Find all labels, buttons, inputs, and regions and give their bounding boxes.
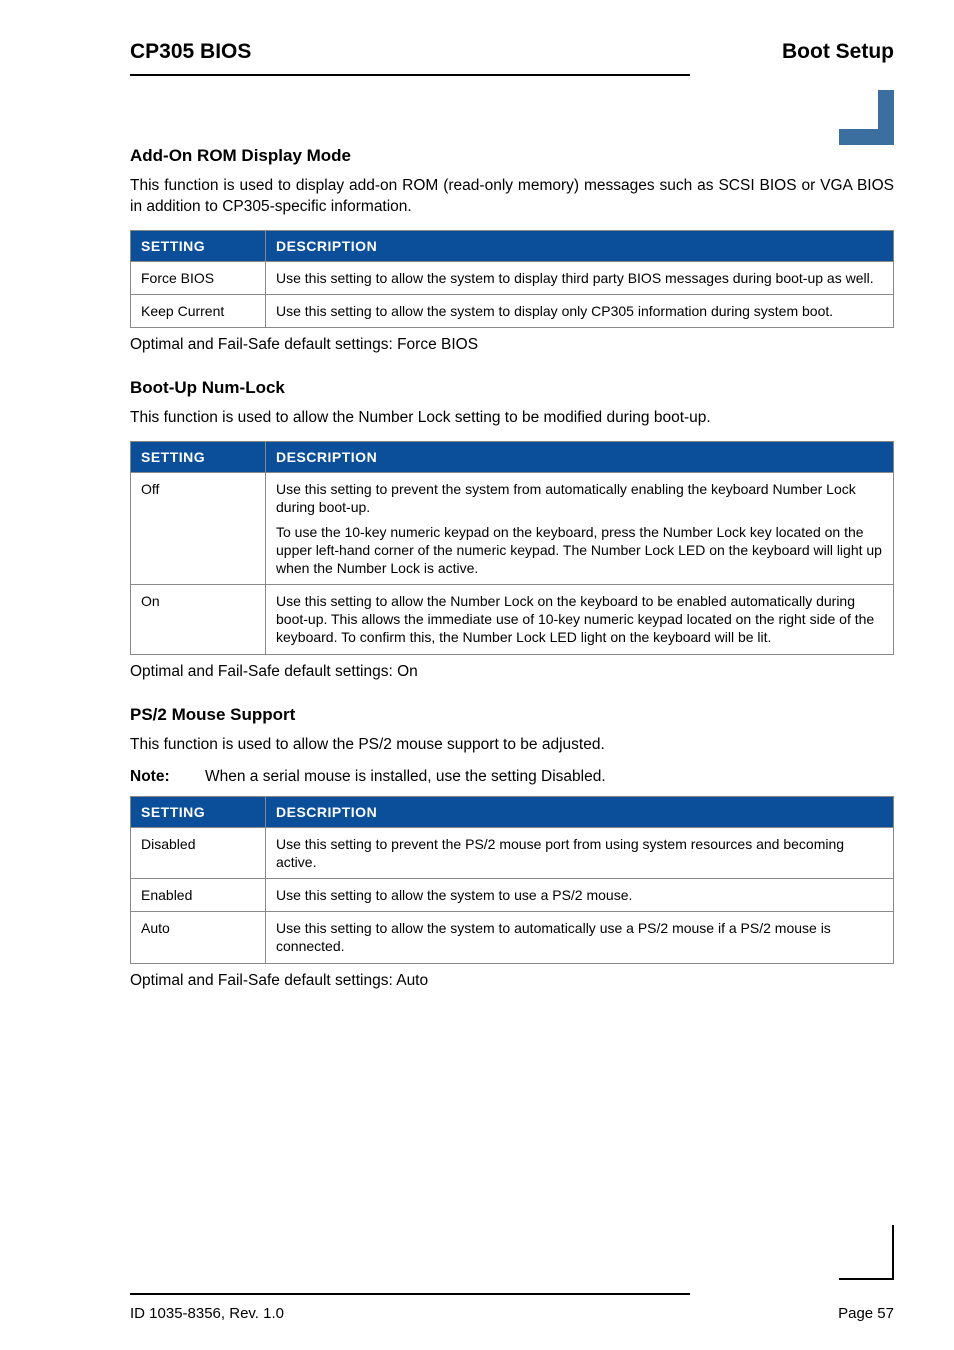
table-row: Enabled Use this setting to allow the sys… [131,878,894,911]
description-cell: Use this setting to allow the system to … [266,261,894,294]
section-title: PS/2 Mouse Support [130,705,894,725]
table-header-description: DESCRIPTION [266,796,894,827]
footer-doc-id: ID 1035-8356, Rev. 1.0 [130,1305,284,1322]
header-rule [130,74,690,76]
footer-page-number: Page 57 [838,1305,894,1322]
table-header-setting: SETTING [131,230,266,261]
description-paragraph: Use this setting to prevent the system f… [276,480,883,516]
corner-mark-icon [839,1225,894,1280]
section-intro: This function is used to allow the Numbe… [130,408,894,429]
settings-table: SETTINGDESCRIPTIONForce BIOS Use this set… [130,230,894,328]
settings-table: SETTINGDESCRIPTIONOffUse this setting to… [130,441,894,655]
note-text: When a serial mouse is installed, use th… [205,768,606,786]
description-paragraph: Use this setting to allow the system to … [276,919,883,955]
table-row: Off Use this setting to prevent the syste… [131,473,894,585]
note-row: Note:When a serial mouse is installed, u… [130,768,894,786]
description-cell: Use this setting to allow the system to … [266,912,894,963]
default-settings-line: Optimal and Fail-Safe default settings: … [130,336,894,354]
description-cell: Use this setting to allow the Number Loc… [266,585,894,655]
table-row: Keep Current Use this setting to allow th… [131,295,894,328]
setting-cell: Force BIOS [131,261,266,294]
corner-logo-icon [839,90,894,145]
table-header-description: DESCRIPTION [266,442,894,473]
description-paragraph: Use this setting to prevent the PS/2 mou… [276,835,883,871]
header-left: CP305 BIOS [130,40,251,64]
section-title: Boot-Up Num-Lock [130,378,894,398]
description-paragraph: Use this setting to allow the system to … [276,302,883,320]
table-row: Disabled Use this setting to prevent the … [131,827,894,878]
setting-cell: Auto [131,912,266,963]
section-intro: This function is used to allow the PS/2 … [130,735,894,756]
table-header-setting: SETTING [131,796,266,827]
description-paragraph: Use this setting to allow the Number Loc… [276,592,883,647]
description-cell: Use this setting to allow the system to … [266,878,894,911]
setting-cell: Keep Current [131,295,266,328]
description-paragraph: To use the 10-key numeric keypad on the … [276,523,883,578]
description-cell: Use this setting to prevent the system f… [266,473,894,585]
description-paragraph: Use this setting to allow the system to … [276,269,883,287]
note-label: Note: [130,768,205,786]
setting-cell: Enabled [131,878,266,911]
table-row: Force BIOS Use this setting to allow the … [131,261,894,294]
footer-rule [130,1293,690,1295]
table-header-description: DESCRIPTION [266,230,894,261]
description-cell: Use this setting to prevent the PS/2 mou… [266,827,894,878]
description-cell: Use this setting to allow the system to … [266,295,894,328]
setting-cell: On [131,585,266,655]
table-row: OnUse this setting to allow the Number L… [131,585,894,655]
section-title: Add-On ROM Display Mode [130,146,894,166]
description-paragraph: Use this setting to allow the system to … [276,886,883,904]
table-row: Auto Use this setting to allow the system… [131,912,894,963]
setting-cell: Off [131,473,266,585]
section-intro: This function is used to display add-on … [130,176,894,218]
settings-table: SETTINGDESCRIPTIONDisabled Use this setti… [130,796,894,964]
table-header-setting: SETTING [131,442,266,473]
header-right: Boot Setup [782,40,894,64]
default-settings-line: Optimal and Fail-Safe default settings: … [130,972,894,990]
default-settings-line: Optimal and Fail-Safe default settings: … [130,663,894,681]
setting-cell: Disabled [131,827,266,878]
